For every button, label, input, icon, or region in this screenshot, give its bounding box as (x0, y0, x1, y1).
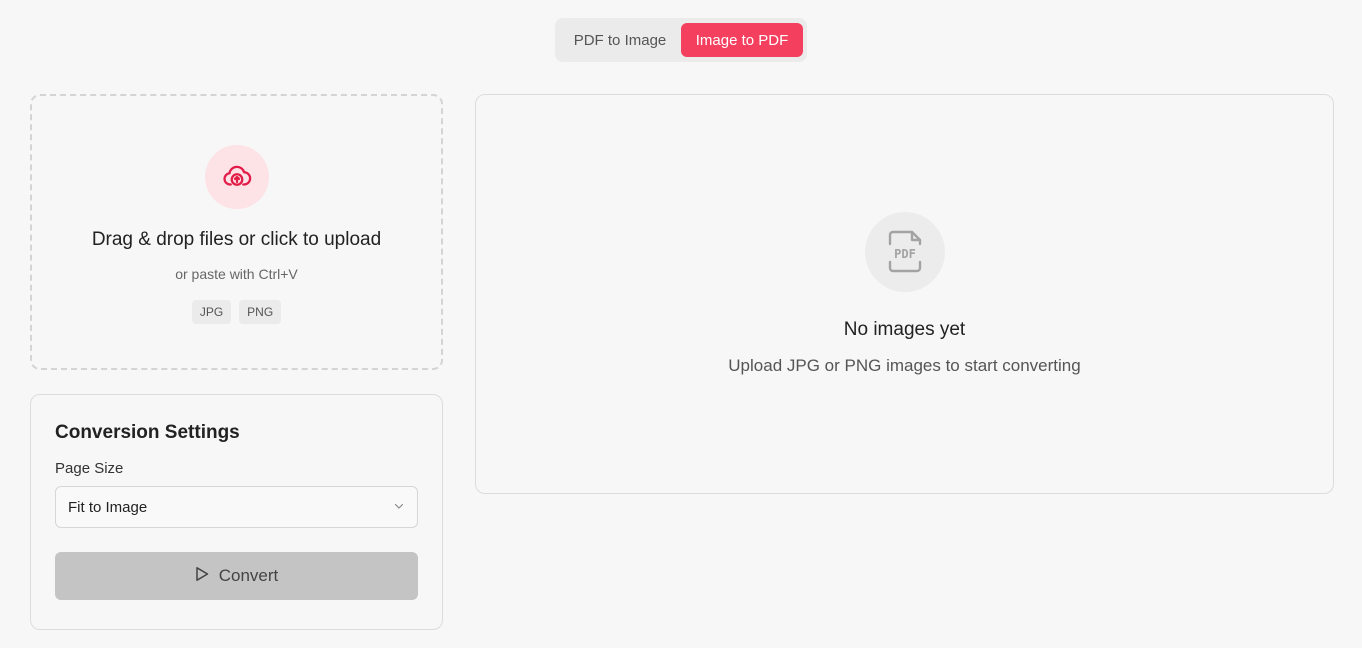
page: PDF to Image Image to PDF Drag & drop fi… (0, 0, 1362, 648)
settings-title: Conversion Settings (55, 422, 240, 443)
preview-panel: PDF No images yet Upload JPG or PNG imag… (475, 94, 1334, 494)
format-tag-jpg: JPG (191, 300, 232, 324)
play-icon (195, 566, 209, 587)
conversion-settings-card: Conversion Settings Page Size Fit to Ima… (30, 394, 443, 630)
format-tags: JPG PNG (191, 300, 282, 324)
convert-label: Convert (218, 566, 279, 585)
convert-button[interactable]: Convert (55, 552, 418, 600)
upload-dropzone[interactable]: Drag & drop files or click to upload or … (30, 94, 443, 370)
page-size-select[interactable]: Fit to Image (55, 486, 418, 528)
chevron-down-icon (393, 499, 405, 516)
svg-text:PDF: PDF (894, 247, 916, 261)
page-size-value: Fit to Image (68, 498, 148, 516)
mode-toggle: PDF to Image Image to PDF (555, 18, 807, 62)
upload-subtitle: or paste with Ctrl+V (175, 266, 298, 282)
empty-state-title: No images yet (843, 319, 966, 340)
cloud-upload-icon (204, 145, 269, 209)
tab-image-to-pdf[interactable]: Image to PDF (681, 23, 803, 57)
empty-state-subtitle: Upload JPG or PNG images to start conver… (728, 356, 1081, 375)
tab-pdf-to-image[interactable]: PDF to Image (559, 23, 681, 57)
pdf-file-icon: PDF (864, 212, 945, 292)
format-tag-png: PNG (239, 300, 282, 324)
page-size-label: Page Size (55, 460, 124, 477)
upload-title: Drag & drop files or click to upload (91, 229, 382, 250)
